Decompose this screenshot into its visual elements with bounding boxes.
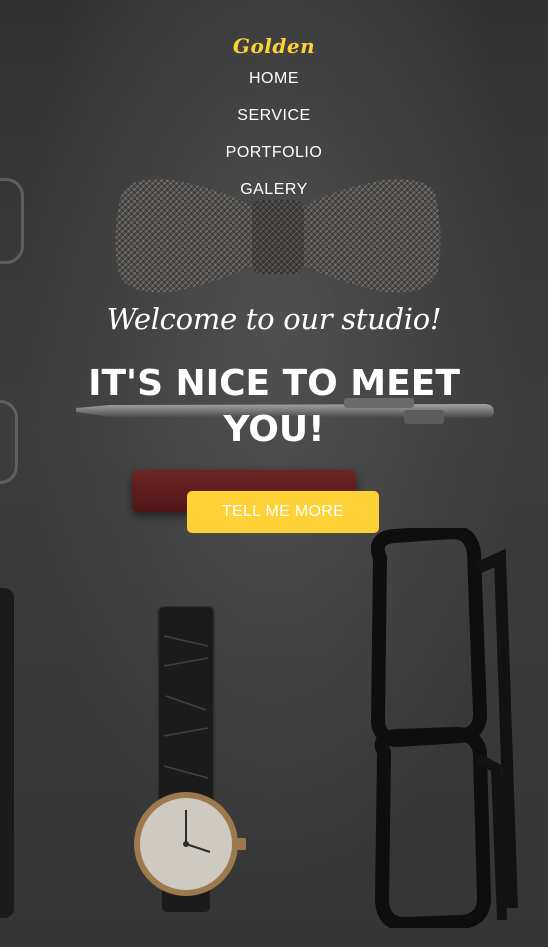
- nav-item-portfolio[interactable]: PORTFOLIO: [226, 138, 323, 175]
- brand-logo[interactable]: Golden: [0, 34, 548, 58]
- hero-subheading: Welcome to our studio!: [106, 302, 442, 336]
- wristwatch-image: [134, 606, 246, 912]
- main-nav: HOME SERVICE PORTFOLIO GALERY: [0, 64, 548, 212]
- nav-item-home[interactable]: HOME: [249, 64, 299, 101]
- phone-edge-image: [0, 588, 14, 918]
- nav-item-service[interactable]: SERVICE: [237, 101, 310, 138]
- eyeglasses-image: [370, 528, 518, 928]
- ring-image: [0, 400, 18, 484]
- tell-me-more-button[interactable]: TELL ME MORE: [187, 491, 379, 533]
- hero-heading: IT'S NICE TO MEET YOU!: [88, 363, 460, 450]
- nav-item-galery[interactable]: GALERY: [240, 175, 308, 212]
